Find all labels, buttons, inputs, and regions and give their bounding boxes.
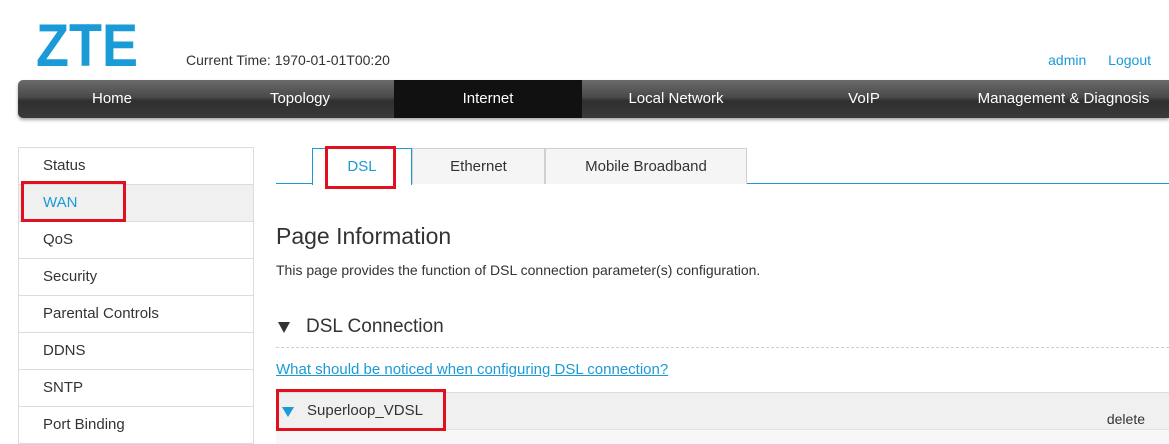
dsl-connection-section-toggle[interactable]: DSL Connection bbox=[278, 316, 444, 338]
user-links: admin Logout bbox=[1030, 52, 1151, 68]
connection-name: Superloop_VDSL bbox=[307, 402, 423, 419]
sidebar-item-port-binding[interactable]: Port Binding bbox=[19, 407, 253, 444]
page-title: Page Information bbox=[276, 223, 452, 249]
connection-details-area bbox=[276, 429, 1169, 444]
nav-voip[interactable]: VoIP bbox=[770, 80, 958, 118]
tab-dsl[interactable]: DSL bbox=[312, 148, 412, 185]
nav-local-network[interactable]: Local Network bbox=[582, 80, 770, 118]
connection-row[interactable]: Superloop_VDSL delete bbox=[276, 392, 1169, 444]
sidebar-item-qos[interactable]: QoS bbox=[19, 222, 253, 259]
logout-link[interactable]: Logout bbox=[1108, 52, 1151, 68]
admin-link[interactable]: admin bbox=[1048, 52, 1086, 68]
nav-topology[interactable]: Topology bbox=[206, 80, 394, 118]
sidebar-item-status[interactable]: Status bbox=[19, 148, 253, 185]
delete-connection-button[interactable]: delete bbox=[1107, 411, 1145, 427]
tab-ethernet[interactable]: Ethernet bbox=[412, 148, 545, 184]
sidebar: Status WAN QoS Security Parental Control… bbox=[18, 147, 254, 444]
tab-mobile-broadband[interactable]: Mobile Broadband bbox=[545, 148, 747, 184]
section-title: DSL Connection bbox=[306, 316, 444, 337]
sidebar-item-sntp[interactable]: SNTP bbox=[19, 370, 253, 407]
notice-help-link[interactable]: What should be noticed when configuring … bbox=[276, 361, 668, 378]
section-divider bbox=[276, 347, 1169, 348]
nav-management-diagnosis[interactable]: Management & Diagnosis bbox=[958, 80, 1169, 118]
collapse-triangle-icon bbox=[278, 321, 290, 333]
sidebar-item-ddns[interactable]: DDNS bbox=[19, 333, 253, 370]
logo-text: ZTE bbox=[36, 18, 138, 70]
nav-internet[interactable]: Internet bbox=[394, 80, 582, 118]
nav-home[interactable]: Home bbox=[18, 80, 206, 118]
zte-logo: ZTE bbox=[36, 18, 138, 70]
top-nav: Home Topology Internet Local Network VoI… bbox=[18, 80, 1169, 118]
sidebar-item-wan[interactable]: WAN bbox=[19, 185, 253, 222]
sidebar-item-parental-controls[interactable]: Parental Controls bbox=[19, 296, 253, 333]
current-time: Current Time: 1970-01-01T00:20 bbox=[186, 52, 390, 68]
expand-triangle-icon[interactable] bbox=[282, 407, 294, 417]
sidebar-item-security[interactable]: Security bbox=[19, 259, 253, 296]
page-description: This page provides the function of DSL c… bbox=[276, 262, 761, 278]
